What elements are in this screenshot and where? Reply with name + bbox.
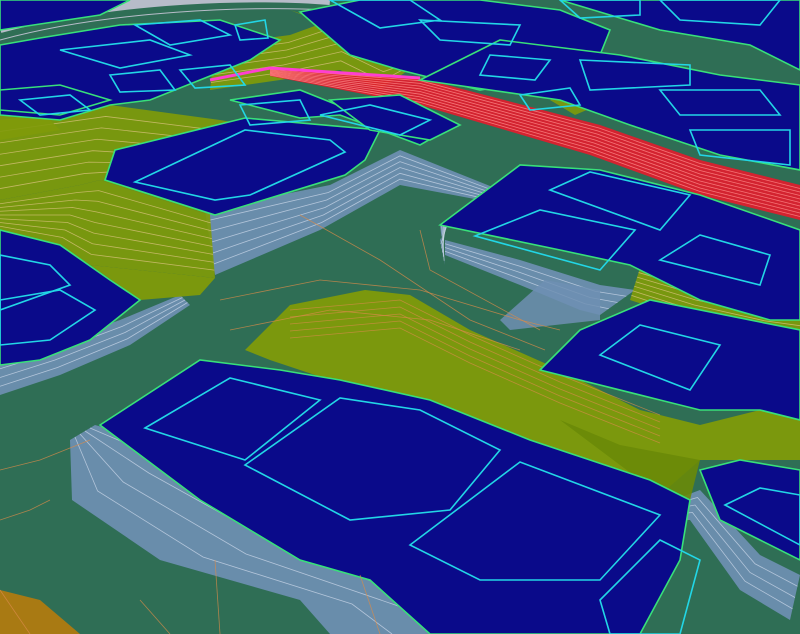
- terrain-3d-viewport[interactable]: [0, 0, 800, 634]
